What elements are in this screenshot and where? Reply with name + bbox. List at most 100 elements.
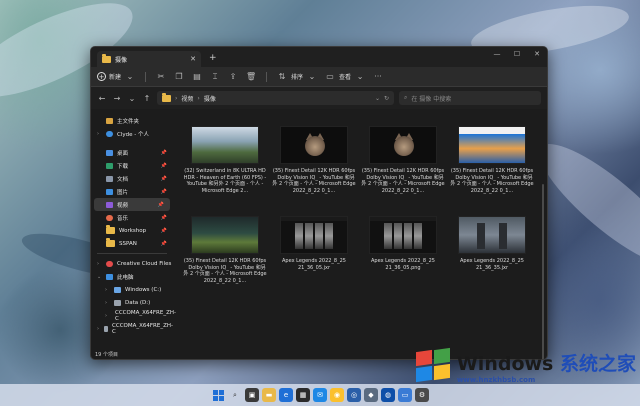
file-thumbnail [458,216,526,254]
sidebar-item-onedrive[interactable]: › Clyde - 个人 [91,127,173,140]
file-thumbnail [369,126,437,164]
up-icon[interactable]: ↑ [142,94,152,103]
cut-icon[interactable]: ✂ [155,72,167,81]
sidebar-item-workshop[interactable]: Workshop 📌 [91,224,173,237]
pin-icon: 📌 [160,162,167,169]
tab-title: 摄像 [115,56,128,64]
tab-camera[interactable]: 摄像 ✕ [97,51,201,67]
sidebar-item-dvd-drive-2[interactable]: › CCCOMA_X64FRE_ZH-C [91,322,173,335]
sidebar-item-sspan[interactable]: SSPAN 📌 [91,237,173,250]
chevron-right-icon: › [105,312,107,319]
desktop-icon [106,149,113,156]
command-bar: + 新建 ⌄ ✂ ❐ ▤ ⌶ ⇪ 🗑 ⇅ 排序 ⌄ ▭ 查看 ⌄ ··· [91,67,547,87]
monitor-icon[interactable]: ▭ [398,388,412,402]
sidebar-item-desktop[interactable]: 桌面 📌 [91,146,173,159]
file-explorer-icon[interactable]: ▬ [262,388,276,402]
task-view-icon[interactable]: ▣ [245,388,259,402]
file-thumbnail [458,126,526,164]
file-item[interactable]: (35) Finest Detail 12K HDR 60fps _ Dolby… [270,124,358,214]
cloud-icon [106,130,113,137]
file-name: (35) Finest Detail 12K HDR 60fps _ Dolby… [272,168,356,194]
file-item[interactable]: Apex Legends 2022_8_25 21_36_35.jxr [448,214,536,304]
more-options-icon[interactable]: ··· [372,72,384,81]
maximize-button[interactable]: ☐ [507,47,527,61]
file-explorer-window: 摄像 ✕ + — ☐ ✕ + 新建 ⌄ ✂ ❐ ▤ ⌶ ⇪ 🗑 ⇅ 排序 ⌄ ▭… [90,46,548,360]
new-button[interactable]: + 新建 ⌄ [97,72,136,81]
file-item[interactable]: (32) Switzerland in 8K ULTRA HD HDR - He… [181,124,269,214]
steam-icon[interactable]: ◎ [347,388,361,402]
address-bar[interactable]: › 视频 › 摄像 ⌄ ↻ [157,91,394,105]
sidebar-item-pictures[interactable]: 图片 📌 [91,185,173,198]
sidebar-item-this-pc[interactable]: ⌄ 此电脑 [91,270,173,283]
delete-icon[interactable]: 🗑 [245,72,257,81]
app-icon[interactable]: ◆ [364,388,378,402]
breadcrumb-videos[interactable]: 视频 [181,94,193,103]
start-button[interactable] [211,388,225,402]
chevron-down-icon[interactable]: ⌄ [375,95,380,102]
drive-icon [114,299,121,306]
sidebar-item-drive-c[interactable]: › Windows (C:) [91,283,173,296]
file-thumbnail [280,126,348,164]
new-tab-button[interactable]: + [209,53,217,63]
home-icon [106,117,113,124]
sidebar-item-label: 视频 [117,202,129,209]
refresh-icon[interactable]: ↻ [384,95,389,102]
sidebar-divider [97,253,167,254]
forward-icon[interactable]: → [112,94,122,103]
sidebar-item-dvd-drive[interactable]: › CCCOMA_X64FRE_ZH-C [91,309,176,322]
view-button[interactable]: ▭ 查看 ⌄ [324,72,366,81]
file-item[interactable]: Apex Legends 2022_8_25 21_36_05.png [359,214,447,304]
chrome-icon[interactable]: ◉ [330,388,344,402]
chevron-right-icon: › [105,299,107,306]
rename-icon[interactable]: ⌶ [209,72,221,82]
sidebar-item-documents[interactable]: 文档 📌 [91,172,173,185]
close-window-button[interactable]: ✕ [527,47,547,61]
pin-icon: 📌 [160,149,167,156]
sidebar-item-videos[interactable]: 视频 📌 [94,198,170,211]
chevron-right-icon: › [97,325,99,332]
file-item[interactable]: (35) Finest Detail 12K HDR 60fps _ Dolby… [181,214,269,304]
browser-icon[interactable]: ◍ [381,388,395,402]
minimize-button[interactable]: — [487,47,507,61]
sidebar-item-label: CCCOMA_X64FRE_ZH-C [112,322,173,335]
chevron-down-icon[interactable]: ⌄ [127,94,137,103]
sidebar-item-creative-cloud[interactable]: › Creative Cloud Files [91,257,173,270]
search-icon[interactable]: ⌕ [228,388,242,402]
settings-icon[interactable]: ⚙ [415,388,429,402]
pin-icon: 📌 [160,227,167,234]
file-item[interactable]: (35) Finest Detail 12K HDR 60fps _ Dolby… [359,124,447,214]
sort-icon: ⇅ [278,72,286,81]
sidebar-item-downloads[interactable]: 下载 📌 [91,159,173,172]
navigation-pane: 主文件夹 › Clyde - 个人 桌面 📌 下载 📌 文档 📌 图片 📌 视频… [91,110,176,349]
sidebar-item-label: CCCOMA_X64FRE_ZH-C [115,309,176,322]
file-item[interactable]: Apex Legends 2022_8_25 21_36_05.jxr [270,214,358,304]
file-name: Apex Legends 2022_8_25 21_36_05.png [371,258,435,271]
store-icon[interactable]: ▦ [296,388,310,402]
mail-icon[interactable]: ✉ [313,388,327,402]
navigation-bar: ← → ⌄ ↑ › 视频 › 摄像 ⌄ ↻ ⌕ 在 摄像 中搜索 [91,87,547,109]
sidebar-item-music[interactable]: 音乐 📌 [91,211,173,224]
sidebar-item-drive-d[interactable]: › Data (D:) [91,296,173,309]
copy-icon[interactable]: ❐ [173,72,185,81]
search-input[interactable]: ⌕ 在 摄像 中搜索 [399,91,541,105]
sidebar-item-label: Windows (C:) [125,286,162,293]
file-item[interactable]: (35) Finest Detail 12K HDR 60fps _ Dolby… [448,124,536,214]
drive-icon [114,286,121,293]
breadcrumb-camera[interactable]: 摄像 [204,94,216,103]
pin-icon: 📌 [160,214,167,221]
back-icon[interactable]: ← [97,94,107,103]
sort-button[interactable]: ⇅ 排序 ⌄ [276,72,318,81]
file-name: (35) Finest Detail 12K HDR 60fps _ Dolby… [450,168,534,194]
folder-icon [106,238,115,247]
chevron-down-icon: ⌄ [97,273,102,280]
close-tab-icon[interactable]: ✕ [190,55,196,63]
sidebar-item-label: 文档 [117,176,129,183]
search-icon: ⌕ [404,94,408,101]
vertical-scrollbar[interactable] [542,184,544,359]
sidebar-item-label: 图片 [117,189,129,196]
sidebar-item-home[interactable]: 主文件夹 [91,114,173,127]
share-icon[interactable]: ⇪ [227,72,239,81]
paste-icon[interactable]: ▤ [191,72,203,81]
edge-icon[interactable]: e [279,388,293,402]
chevron-down-icon: ⌄ [308,72,316,81]
